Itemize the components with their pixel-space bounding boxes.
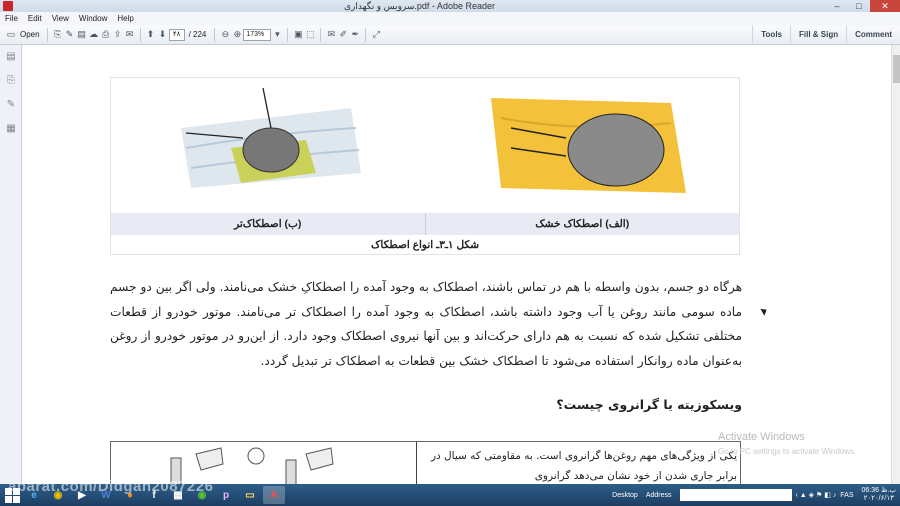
title-bar: سرویس و نگهداری.pdf - Adobe Reader – □ ✕ xyxy=(0,0,900,12)
maximize-button[interactable]: □ xyxy=(848,0,870,12)
scrollbar-thumb[interactable] xyxy=(893,55,900,83)
attachments-icon[interactable]: ⎘ xyxy=(5,75,17,87)
friction-illustration xyxy=(181,87,686,193)
menu-window[interactable]: Window xyxy=(74,14,112,23)
create-pdf-icon[interactable]: ⎘ xyxy=(52,29,64,41)
share-icon[interactable]: ⇪ xyxy=(112,29,124,41)
pages-icon[interactable]: ▤ xyxy=(5,51,17,63)
tray-icons[interactable]: ‹ ▲ ◈ ⚑ ◧ ♪ xyxy=(796,491,837,499)
figure-caption-strip: (الف) اصطکاک خشک (ب) اصطکاک‌تر xyxy=(111,213,739,235)
address-label: Address xyxy=(645,491,672,499)
highlight-icon[interactable]: ✐ xyxy=(337,29,349,41)
fit-page-icon[interactable]: ▣ xyxy=(292,29,304,41)
figure-friction: (الف) اصطکاک خشک (ب) اصطکاک‌تر شکل ۱ـ۳ـ … xyxy=(110,77,740,255)
menu-file[interactable]: File xyxy=(0,14,23,23)
sticky-note-icon[interactable]: ✉ xyxy=(325,29,337,41)
aparat-watermark: aparat.com/Didgah2087226 xyxy=(8,478,214,495)
language-indicator[interactable]: FAS xyxy=(836,492,857,499)
section-heading: ویسکوزیته یا گرانروی چیست؟ xyxy=(556,397,742,412)
print-icon[interactable]: ⎙ xyxy=(100,29,112,41)
edit-pdf-icon[interactable]: ✎ xyxy=(64,29,76,41)
pdf-app-icon[interactable]: p xyxy=(215,486,237,504)
signature-icon[interactable]: ✎ xyxy=(5,99,17,111)
adobe-reader-task-icon[interactable]: A xyxy=(263,486,285,504)
menu-bar: File Edit View Window Help xyxy=(0,12,900,25)
zoom-in-icon[interactable]: ⊕ xyxy=(231,29,243,41)
tools-button[interactable]: Tools xyxy=(752,24,790,45)
caption-dry-friction: (الف) اصطکاک خشک xyxy=(535,218,630,230)
email-icon[interactable]: ✉ xyxy=(124,29,136,41)
system-tray: Desktop Address ‹ ▲ ◈ ⚑ ◧ ♪ FAS ب.ظ 06:3… xyxy=(608,487,900,503)
bookmarks-icon[interactable]: ▦ xyxy=(5,123,17,135)
mouse-cursor-icon xyxy=(760,306,769,316)
next-page-icon[interactable]: ⬇ xyxy=(157,29,169,41)
folder-icon: ▭ xyxy=(6,29,16,39)
fill-sign-button[interactable]: Fill & Sign xyxy=(790,24,846,45)
zoom-select[interactable]: 173% xyxy=(243,28,272,41)
zoom-out-icon[interactable]: ⊖ xyxy=(219,29,231,41)
figure-title: شکل ۱ـ۳ـ انواع اصطکاک xyxy=(370,239,480,251)
clock-date: ۲۰۲۰/۶/۱۳ xyxy=(863,495,894,502)
comment-button[interactable]: Comment xyxy=(846,24,900,45)
sign-icon[interactable]: ✒ xyxy=(349,29,361,41)
previous-page-icon[interactable]: ⬆ xyxy=(145,29,157,41)
chevron-down-icon[interactable]: ▾ xyxy=(271,29,283,41)
open-label: Open xyxy=(20,30,40,39)
wet-friction-image xyxy=(181,87,361,188)
window-title: سرویس و نگهداری.pdf - Adobe Reader xyxy=(344,0,495,11)
vertical-scrollbar[interactable] xyxy=(891,45,900,484)
page-total: / 224 xyxy=(188,30,207,39)
minimize-button[interactable]: – xyxy=(826,0,848,12)
dry-friction-image xyxy=(491,98,686,193)
folder-app-icon[interactable]: ▭ xyxy=(239,486,261,504)
clock[interactable]: ب.ظ 06:36 ۲۰۲۰/۶/۱۳ xyxy=(858,487,900,503)
cloud-icon[interactable]: ☁ xyxy=(88,29,100,41)
caption-wet-friction: (ب) اصطکاک‌تر xyxy=(111,213,426,235)
close-button[interactable]: ✕ xyxy=(870,0,900,12)
fit-width-icon[interactable]: ⬚ xyxy=(304,29,316,41)
menu-edit[interactable]: Edit xyxy=(23,14,47,23)
viscosity-text: یکی از ویژگی‌های مهم روغن‌ها گرانروی است… xyxy=(430,450,737,482)
activate-windows-title: Activate Windows xyxy=(718,431,805,443)
save-icon[interactable]: ▤ xyxy=(76,29,88,41)
activate-windows-subtitle: Go to PC settings to activate Windows. xyxy=(718,447,857,456)
desktop-toolbar[interactable]: Desktop xyxy=(608,492,642,499)
toolbar: ▭ Open ⎘ ✎ ▤ ☁ ⎙ ⇪ ✉ ⬆ ⬇ ۴۸ / 224 ⊖ ⊕ 17… xyxy=(0,24,900,45)
clock-time: ب.ظ 06:36 xyxy=(861,487,896,494)
menu-view[interactable]: View xyxy=(47,14,74,23)
page-number-input[interactable]: ۴۸ xyxy=(168,28,185,41)
expand-icon[interactable]: ⤢ xyxy=(370,29,382,41)
adobe-reader-icon xyxy=(3,1,13,11)
menu-help[interactable]: Help xyxy=(112,14,138,23)
navigation-panel: ▤ ⎘ ✎ ▦ xyxy=(0,45,22,484)
open-button[interactable]: ▭ Open xyxy=(2,27,43,43)
document-view[interactable]: (الف) اصطکاک خشک (ب) اصطکاک‌تر شکل ۱ـ۳ـ … xyxy=(22,45,891,484)
address-input[interactable] xyxy=(679,489,792,501)
body-paragraph: هرگاه دو جسم، بدون واسطه با هم در تماس ب… xyxy=(110,280,742,368)
